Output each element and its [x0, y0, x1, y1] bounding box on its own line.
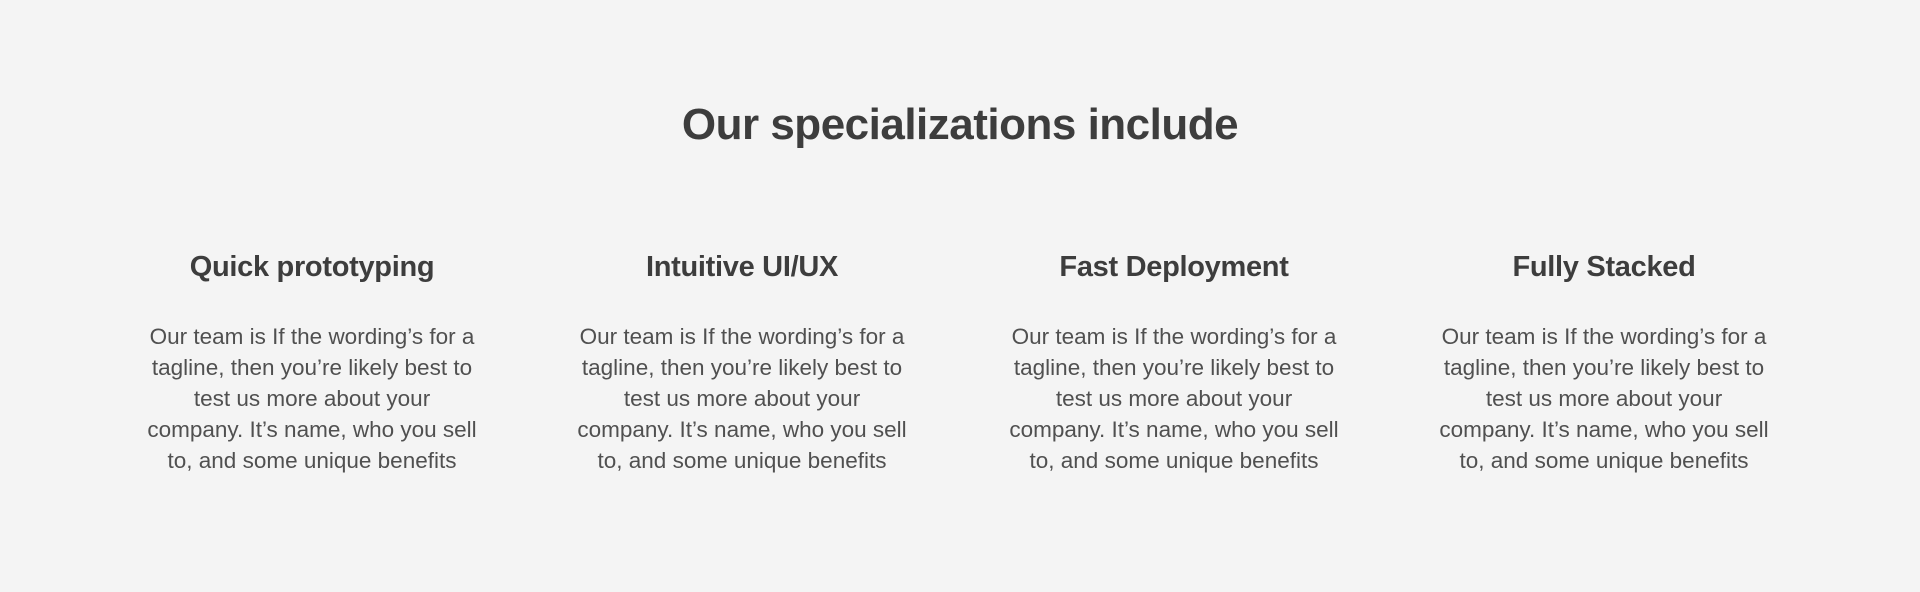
description-line: to, and some unique benefits: [597, 448, 887, 473]
section-title: Our specializations include: [681, 100, 1239, 149]
description-line: to, and some unique benefits: [167, 448, 457, 473]
card-heading: Intuitive UI/UX: [645, 251, 839, 283]
description-line: test us more about your: [1055, 386, 1293, 411]
description-line: Our team is If the wording’s for a: [1011, 324, 1337, 349]
card-description: Our team is If the wording’s for a tagli…: [552, 321, 932, 476]
card-description: Our team is If the wording’s for a tagli…: [984, 321, 1364, 476]
description-line: test us more about your: [193, 386, 431, 411]
description-line: test us more about your: [1485, 386, 1723, 411]
description-line: Our team is If the wording’s for a: [1441, 324, 1767, 349]
description-line: Our team is If the wording’s for a: [149, 324, 475, 349]
card-description: Our team is If the wording’s for a tagli…: [122, 321, 502, 476]
description-line: company. It’s name, who you sell: [577, 417, 907, 442]
description-line: company. It’s name, who you sell: [1439, 417, 1769, 442]
description-line: company. It’s name, who you sell: [1009, 417, 1339, 442]
specialization-card-fast-deployment: Fast Deployment Our team is If the wordi…: [984, 248, 1364, 476]
description-line: to, and some unique benefits: [1029, 448, 1319, 473]
card-heading: Fully Stacked: [1512, 251, 1696, 283]
description-line: tagline, then you’re likely best to: [581, 355, 903, 380]
specialization-card-fully-stacked: Fully Stacked Our team is If the wording…: [1414, 248, 1794, 476]
specialization-card-intuitive-uiux: Intuitive UI/UX Our team is If the wordi…: [552, 248, 932, 476]
description-line: tagline, then you’re likely best to: [151, 355, 473, 380]
description-line: test us more about your: [623, 386, 861, 411]
description-line: to, and some unique benefits: [1459, 448, 1749, 473]
specialization-card-quick-prototyping: Quick prototyping Our team is If the wor…: [122, 248, 502, 476]
card-heading: Quick prototyping: [189, 251, 435, 283]
card-description: Our team is If the wording’s for a tagli…: [1414, 321, 1794, 476]
description-line: company. It’s name, who you sell: [147, 417, 477, 442]
description-line: Our team is If the wording’s for a: [579, 324, 905, 349]
description-line: tagline, then you’re likely best to: [1443, 355, 1765, 380]
card-heading: Fast Deployment: [1059, 251, 1289, 283]
description-line: tagline, then you’re likely best to: [1013, 355, 1335, 380]
